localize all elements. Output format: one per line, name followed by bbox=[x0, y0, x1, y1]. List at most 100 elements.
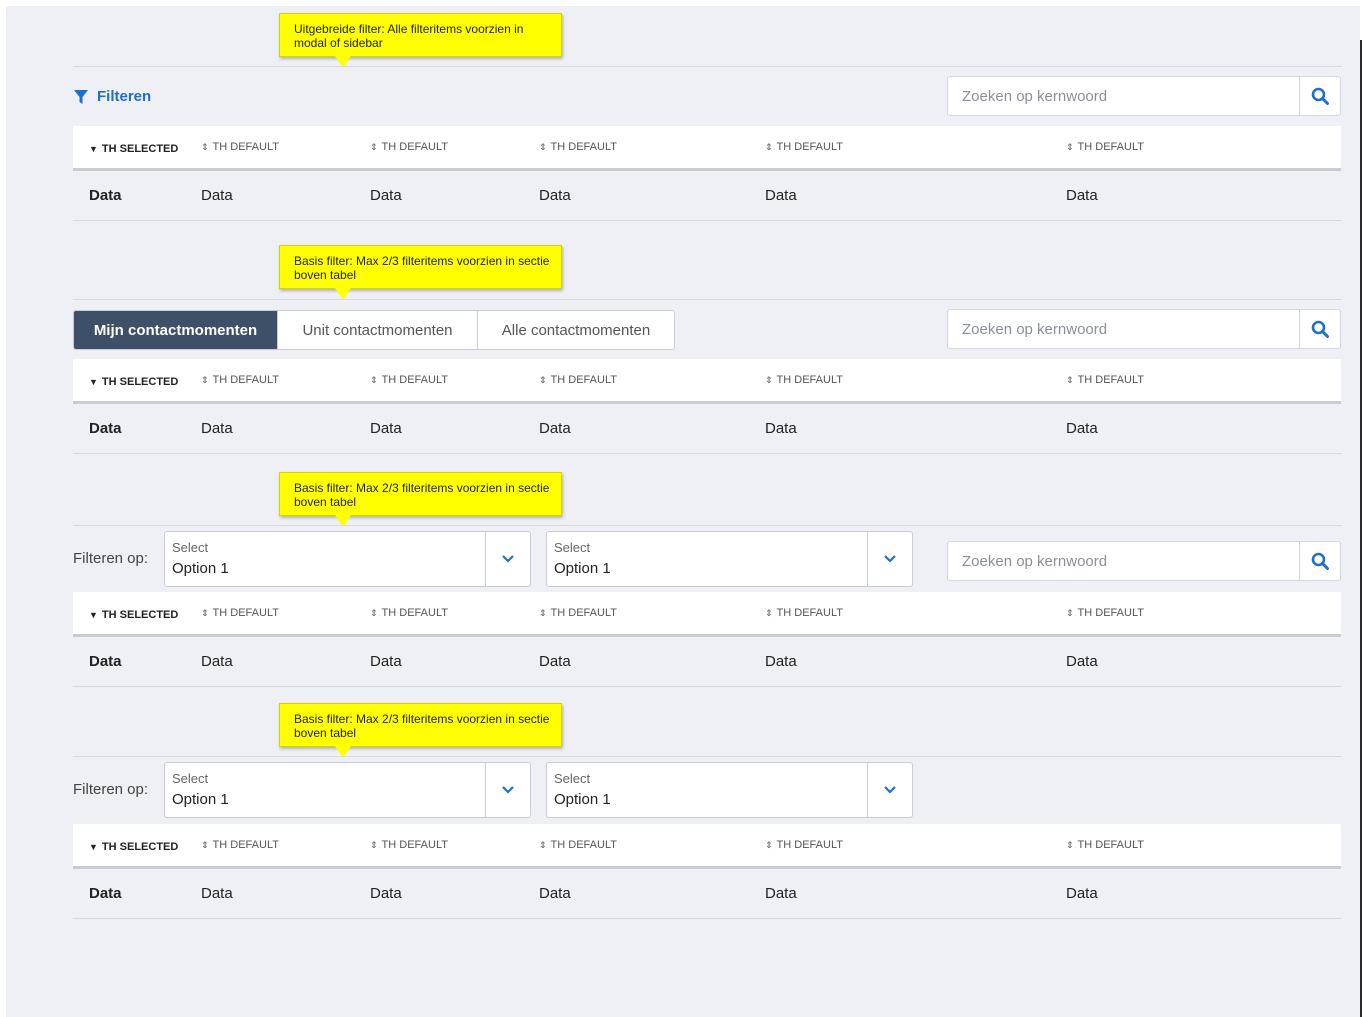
table-header-label: TH DEFAULT bbox=[776, 374, 843, 386]
select-value: Option 1 bbox=[554, 560, 611, 577]
table-header-label: TH DEFAULT bbox=[550, 607, 617, 619]
table-cell: Data bbox=[89, 187, 122, 204]
table-header-label: TH SELECTED bbox=[101, 841, 179, 853]
table-header-default[interactable]: ⇕ TH DEFAULT bbox=[370, 592, 448, 634]
search-input[interactable] bbox=[948, 542, 1299, 580]
segment-unit-contactmomenten[interactable]: Unit contactmomenten bbox=[278, 311, 478, 349]
search-icon bbox=[1311, 552, 1329, 570]
table-cell: Data bbox=[1066, 187, 1098, 204]
table-cell: Data bbox=[201, 885, 233, 902]
filter-select-2[interactable]: Select Option 1 bbox=[546, 762, 913, 818]
table-cell: Data bbox=[370, 187, 402, 204]
search-box bbox=[947, 541, 1341, 581]
table-header-label: TH DEFAULT bbox=[1077, 374, 1144, 386]
sort-icon: ⇕ bbox=[1066, 374, 1074, 385]
table-header-default[interactable]: ⇕ TH DEFAULT bbox=[370, 126, 448, 168]
filter-toggle-label: Filteren bbox=[97, 88, 152, 105]
sort-icon: ⇕ bbox=[1066, 839, 1074, 850]
search-button[interactable] bbox=[1299, 542, 1340, 580]
segment-mijn-contactmomenten[interactable]: Mijn contactmomenten bbox=[74, 311, 278, 349]
chevron-down-icon bbox=[867, 532, 912, 586]
sort-icon: ⇕ bbox=[1066, 141, 1074, 152]
table-header-label: TH DEFAULT bbox=[776, 141, 843, 153]
divider bbox=[73, 525, 1341, 526]
sort-icon: ⇕ bbox=[539, 374, 547, 385]
filter-select-1[interactable]: Select Option 1 bbox=[164, 531, 531, 587]
search-input[interactable] bbox=[948, 310, 1299, 348]
table-header-selected[interactable]: ▼ TH SELECTED bbox=[89, 128, 178, 170]
search-button[interactable] bbox=[1299, 77, 1340, 115]
table-header-default[interactable]: ⇕ TH DEFAULT bbox=[765, 592, 843, 634]
search-button[interactable] bbox=[1299, 310, 1340, 348]
table-header-selected[interactable]: ▼ TH SELECTED bbox=[89, 361, 178, 403]
table-header-label: TH SELECTED bbox=[101, 143, 179, 155]
table-header-selected[interactable]: ▼ TH SELECTED bbox=[89, 594, 178, 636]
table-header-default[interactable]: ⇕ TH DEFAULT bbox=[370, 359, 448, 401]
divider bbox=[73, 756, 1341, 757]
sort-icon: ⇕ bbox=[765, 839, 773, 850]
table-header-default[interactable]: ⇕ TH DEFAULT bbox=[1066, 359, 1144, 401]
table-header-default[interactable]: ⇕ TH DEFAULT bbox=[539, 592, 617, 634]
table-header-label: TH DEFAULT bbox=[776, 607, 843, 619]
table-header-default[interactable]: ⇕ TH DEFAULT bbox=[201, 126, 279, 168]
table-header-label: TH DEFAULT bbox=[550, 141, 617, 153]
table-header-default[interactable]: ⇕ TH DEFAULT bbox=[1066, 126, 1144, 168]
table-header-default[interactable]: ⇕ TH DEFAULT bbox=[201, 359, 279, 401]
table-header-default[interactable]: ⇕ TH DEFAULT bbox=[765, 126, 843, 168]
table-header-selected[interactable]: ▼ TH SELECTED bbox=[89, 826, 178, 868]
table-header: ▼ TH SELECTED ⇕ TH DEFAULT ⇕ TH DEFAULT ⇕ TH DE… bbox=[73, 592, 1341, 637]
sort-icon: ⇕ bbox=[539, 141, 547, 152]
table-header-label: TH DEFAULT bbox=[1077, 839, 1144, 851]
table-cell: Data bbox=[370, 885, 402, 902]
search-box bbox=[947, 76, 1341, 116]
chevron-down-icon bbox=[867, 763, 912, 817]
table-header-default[interactable]: ⇕ TH DEFAULT bbox=[1066, 592, 1144, 634]
table-header-default[interactable]: ⇕ TH DEFAULT bbox=[1066, 824, 1144, 866]
table-header-label: TH DEFAULT bbox=[212, 141, 279, 153]
sort-icon: ⇕ bbox=[539, 607, 547, 618]
table-header-default[interactable]: ⇕ TH DEFAULT bbox=[370, 824, 448, 866]
table-cell: Data bbox=[1066, 653, 1098, 670]
table-header-default[interactable]: ⇕ TH DEFAULT bbox=[539, 359, 617, 401]
table-header: ▼ TH SELECTED ⇕ TH DEFAULT ⇕ TH DEFAULT ⇕ TH DE… bbox=[73, 126, 1341, 171]
filter-select-2[interactable]: Select Option 1 bbox=[546, 531, 913, 587]
table-header-label: TH DEFAULT bbox=[1077, 141, 1144, 153]
table-cell: Data bbox=[539, 187, 571, 204]
table-cell: Data bbox=[89, 653, 122, 670]
table-header-label: TH DEFAULT bbox=[776, 839, 843, 851]
segment-alle-contactmomenten[interactable]: Alle contactmomenten bbox=[478, 311, 674, 349]
sort-icon: ⇕ bbox=[370, 141, 378, 152]
search-box bbox=[947, 309, 1341, 349]
table-row: Data Data Data Data Data Data bbox=[73, 171, 1341, 221]
sort-icon: ⇕ bbox=[1066, 607, 1074, 618]
search-input[interactable] bbox=[948, 77, 1299, 115]
table-header-label: TH DEFAULT bbox=[212, 839, 279, 851]
table-header-default[interactable]: ⇕ TH DEFAULT bbox=[539, 824, 617, 866]
table-header-label: TH SELECTED bbox=[101, 376, 179, 388]
table-cell: Data bbox=[89, 885, 122, 902]
table-header-default[interactable]: ⇕ TH DEFAULT bbox=[539, 126, 617, 168]
table-cell: Data bbox=[201, 420, 233, 437]
sort-desc-icon: ▼ bbox=[89, 144, 98, 154]
table-header-default[interactable]: ⇕ TH DEFAULT bbox=[765, 359, 843, 401]
table-header-label: TH DEFAULT bbox=[381, 374, 448, 386]
table-header-default[interactable]: ⇕ TH DEFAULT bbox=[201, 592, 279, 634]
sort-icon: ⇕ bbox=[201, 839, 209, 850]
table-header-label: TH DEFAULT bbox=[381, 141, 448, 153]
filter-toggle-button[interactable]: Filteren bbox=[73, 88, 151, 105]
table-header: ▼ TH SELECTED ⇕ TH DEFAULT ⇕ TH DEFAULT ⇕ TH DE… bbox=[73, 824, 1341, 869]
table-header-label: TH DEFAULT bbox=[381, 607, 448, 619]
chevron-down-icon bbox=[485, 763, 530, 817]
table-header-default[interactable]: ⇕ TH DEFAULT bbox=[765, 824, 843, 866]
chevron-down-icon bbox=[485, 532, 530, 586]
filter-select-1[interactable]: Select Option 1 bbox=[164, 762, 531, 818]
tooltip-basic-filter: Basis filter: Max 2/3 filteritems voorzi… bbox=[279, 472, 562, 527]
table-cell: Data bbox=[539, 885, 571, 902]
table-cell: Data bbox=[201, 653, 233, 670]
table-header-default[interactable]: ⇕ TH DEFAULT bbox=[201, 824, 279, 866]
sort-icon: ⇕ bbox=[201, 141, 209, 152]
sort-icon: ⇕ bbox=[201, 374, 209, 385]
select-label: Select bbox=[172, 771, 209, 786]
select-value: Option 1 bbox=[172, 560, 229, 577]
search-icon bbox=[1311, 87, 1329, 105]
